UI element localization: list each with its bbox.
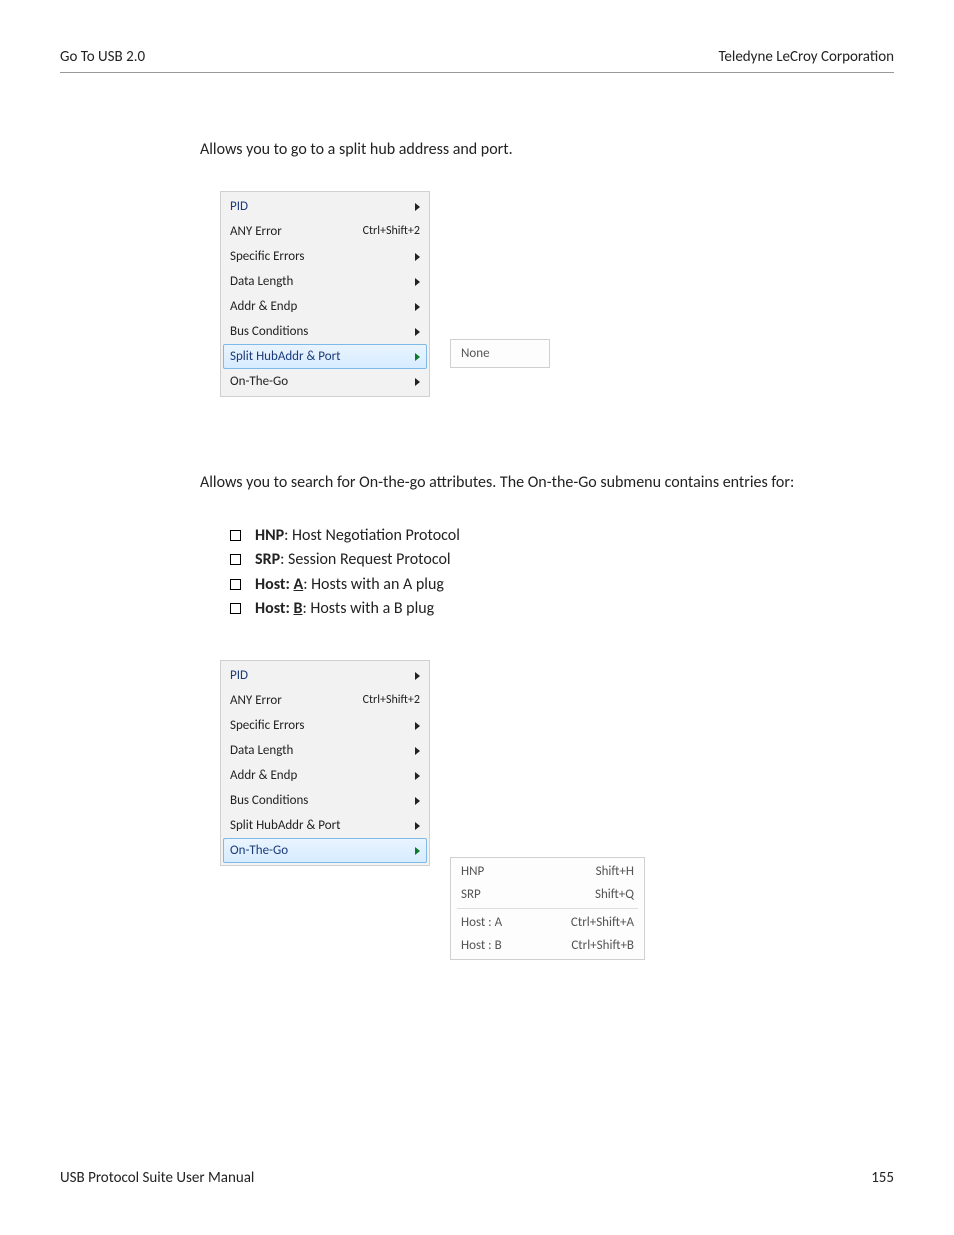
bullet-text: SRP: Session Request Protocol bbox=[255, 549, 451, 571]
menu-item[interactable]: Split HubAddr & Port bbox=[223, 344, 427, 369]
bullet-text: Host: A: Hosts with an A plug bbox=[255, 574, 444, 596]
menu-item-label: On-The-Go bbox=[230, 373, 409, 391]
submenu-arrow-icon bbox=[415, 328, 420, 336]
submenu-arrow-icon bbox=[415, 722, 420, 730]
submenu-item[interactable]: Host : B Ctrl+Shift+B bbox=[453, 934, 642, 957]
menu-item-shortcut: Ctrl+Shift+2 bbox=[353, 692, 420, 709]
menu-item-label: Bus Conditions bbox=[230, 323, 409, 341]
menu-item[interactable]: ANY ErrorCtrl+Shift+2 bbox=[223, 688, 427, 713]
bullet-list: HNP: Host Negotiation ProtocolSRP: Sessi… bbox=[200, 525, 864, 621]
submenu-item-label: Host : B bbox=[461, 937, 502, 955]
menu-item-label: Split HubAddr & Port bbox=[230, 348, 409, 366]
context-menu-1: PID ANY ErrorCtrl+Shift+2 Specific Errors D… bbox=[220, 191, 430, 397]
submenu-item-label: HNP bbox=[461, 863, 484, 881]
submenu-item-shortcut: Shift+Q bbox=[595, 886, 634, 904]
menu-item-label: Specific Errors bbox=[230, 248, 409, 266]
submenu-item[interactable]: SRP Shift+Q bbox=[453, 883, 642, 906]
menu-item-label: ANY Error bbox=[230, 692, 353, 710]
menu-item[interactable]: PID bbox=[223, 663, 427, 688]
menu-item-label: Bus Conditions bbox=[230, 792, 409, 810]
context-menu-2: PID ANY ErrorCtrl+Shift+2 Specific Errors D… bbox=[220, 660, 430, 866]
menu-item[interactable]: Bus Conditions bbox=[223, 319, 427, 344]
submenu-item-shortcut: Ctrl+Shift+A bbox=[571, 914, 634, 932]
menu-item[interactable]: Split HubAddr & Port bbox=[223, 813, 427, 838]
menu-item-label: Addr & Endp bbox=[230, 298, 409, 316]
bullet-box-icon bbox=[230, 554, 241, 565]
submenu-arrow-icon bbox=[415, 303, 420, 311]
menu-item[interactable]: On-The-Go bbox=[223, 838, 427, 863]
submenu-arrow-icon bbox=[415, 822, 420, 830]
submenu-arrow-icon bbox=[415, 672, 420, 680]
bullet-item: SRP: Session Request Protocol bbox=[230, 549, 864, 571]
menu-item[interactable]: Data Length bbox=[223, 738, 427, 763]
bullet-item: Host: B: Hosts with a B plug bbox=[230, 598, 864, 620]
menu-item-label: Addr & Endp bbox=[230, 767, 409, 785]
bullet-item: Host: A: Hosts with an A plug bbox=[230, 574, 864, 596]
submenu-item-label: None bbox=[461, 345, 490, 363]
menu-item[interactable]: Data Length bbox=[223, 269, 427, 294]
submenu-item-label: SRP bbox=[461, 886, 481, 904]
submenu-item[interactable]: HNP Shift+H bbox=[453, 860, 642, 883]
bullet-text: HNP: Host Negotiation Protocol bbox=[255, 525, 460, 547]
submenu-item[interactable]: Host : A Ctrl+Shift+A bbox=[453, 911, 642, 934]
submenu-arrow-icon bbox=[415, 797, 420, 805]
submenu-item-shortcut: Ctrl+Shift+B bbox=[571, 937, 634, 955]
menu-item-label: PID bbox=[230, 198, 409, 216]
submenu-arrow-icon bbox=[415, 278, 420, 286]
footer-left: USB Protocol Suite User Manual bbox=[60, 1169, 254, 1187]
submenu-arrow-icon bbox=[415, 203, 420, 211]
menu-screenshot-2: PID ANY ErrorCtrl+Shift+2 Specific Errors D… bbox=[220, 660, 864, 866]
submenu-arrow-icon bbox=[415, 353, 420, 361]
menu-item-label: ANY Error bbox=[230, 223, 353, 241]
bullet-box-icon bbox=[230, 579, 241, 590]
intro-paragraph-1: Allows you to go to a split hub address … bbox=[200, 139, 864, 161]
submenu-split-hubaddr: None bbox=[450, 339, 550, 368]
submenu-arrow-icon bbox=[415, 378, 420, 386]
menu-screenshot-1: PID ANY ErrorCtrl+Shift+2 Specific Errors D… bbox=[220, 191, 864, 397]
menu-item[interactable]: Bus Conditions bbox=[223, 788, 427, 813]
submenu-arrow-icon bbox=[415, 747, 420, 755]
menu-item[interactable]: Addr & Endp bbox=[223, 763, 427, 788]
menu-item[interactable]: Specific Errors bbox=[223, 713, 427, 738]
menu-item[interactable]: On-The-Go bbox=[223, 369, 427, 394]
bullet-item: HNP: Host Negotiation Protocol bbox=[230, 525, 864, 547]
menu-item-label: PID bbox=[230, 667, 409, 685]
submenu-item[interactable]: None bbox=[453, 342, 547, 365]
footer-page-number: 155 bbox=[871, 1169, 894, 1187]
menu-item-label: Specific Errors bbox=[230, 717, 409, 735]
submenu-item-shortcut: Shift+H bbox=[596, 863, 634, 881]
submenu-arrow-icon bbox=[415, 847, 420, 855]
bullet-text: Host: B: Hosts with a B plug bbox=[255, 598, 434, 620]
header-left: Go To USB 2.0 bbox=[60, 48, 145, 66]
menu-item-label: Data Length bbox=[230, 742, 409, 760]
bullet-box-icon bbox=[230, 530, 241, 541]
menu-item-label: Split HubAddr & Port bbox=[230, 817, 409, 835]
submenu-on-the-go: HNP Shift+H SRP Shift+Q Host : A Ctrl+Shift+A… bbox=[450, 857, 645, 960]
bullet-box-icon bbox=[230, 603, 241, 614]
menu-item-label: On-The-Go bbox=[230, 842, 409, 860]
submenu-arrow-icon bbox=[415, 253, 420, 261]
menu-item[interactable]: ANY ErrorCtrl+Shift+2 bbox=[223, 219, 427, 244]
menu-item[interactable]: Specific Errors bbox=[223, 244, 427, 269]
submenu-arrow-icon bbox=[415, 772, 420, 780]
header-right: Teledyne LeCroy Corporation bbox=[718, 48, 894, 66]
menu-item[interactable]: Addr & Endp bbox=[223, 294, 427, 319]
submenu-divider bbox=[457, 908, 638, 909]
menu-item[interactable]: PID bbox=[223, 194, 427, 219]
menu-item-shortcut: Ctrl+Shift+2 bbox=[353, 223, 420, 240]
submenu-item-label: Host : A bbox=[461, 914, 502, 932]
menu-item-label: Data Length bbox=[230, 273, 409, 291]
intro-paragraph-2: Allows you to search for On-the-go attri… bbox=[200, 472, 864, 494]
